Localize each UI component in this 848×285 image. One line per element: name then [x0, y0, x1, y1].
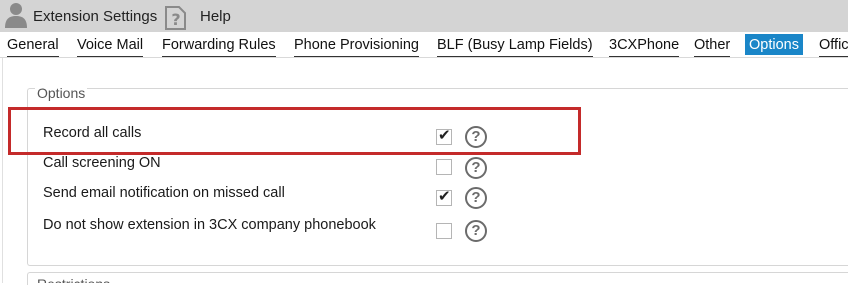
top-toolbar: Extension Settings ? Help: [0, 0, 848, 32]
extension-settings-button[interactable]: Extension Settings: [33, 0, 157, 32]
help-label: Help: [200, 7, 231, 25]
hide-from-phonebook-help-icon[interactable]: ?: [465, 220, 487, 242]
tab-voice-mail[interactable]: Voice Mail: [77, 34, 144, 57]
tab-office[interactable]: Offic: [819, 34, 848, 57]
content-left-border: [2, 58, 3, 283]
restrictions-panel-title: Restrictions: [35, 276, 113, 283]
extension-settings-label: Extension Settings: [33, 7, 158, 25]
tab-options[interactable]: Options: [745, 34, 803, 55]
options-panel-title: Options: [35, 85, 88, 101]
tab-blf[interactable]: BLF (Busy Lamp Fields): [437, 34, 593, 57]
restrictions-panel: [27, 272, 848, 285]
record-all-calls-highlight: [8, 107, 581, 155]
hide-from-phonebook-label: Do not show extension in 3CX company pho…: [43, 217, 376, 233]
person-icon: [5, 3, 27, 28]
call-screening-label: Call screening ON: [43, 155, 161, 171]
tab-3cxphone[interactable]: 3CXPhone: [609, 34, 680, 57]
checkmark-icon: ✔: [438, 188, 451, 205]
call-screening-help-icon[interactable]: ?: [465, 157, 487, 179]
tab-bar: General Voice Mail Forwarding Rules Phon…: [0, 32, 848, 58]
missed-call-email-help-icon[interactable]: ?: [465, 187, 487, 209]
missed-call-email-label: Send email notification on missed call: [43, 185, 285, 201]
tab-general[interactable]: General: [7, 34, 59, 57]
tab-other[interactable]: Other: [694, 34, 731, 57]
svg-text:?: ?: [171, 10, 180, 29]
call-screening-checkbox[interactable]: [436, 159, 452, 175]
help-button[interactable]: Help: [200, 0, 231, 32]
tab-phone-provisioning[interactable]: Phone Provisioning: [294, 34, 419, 57]
tab-forwarding-rules[interactable]: Forwarding Rules: [162, 34, 276, 57]
help-question-icon[interactable]: ?: [163, 3, 189, 31]
missed-call-email-checkbox[interactable]: ✔: [436, 188, 452, 206]
options-content: Options Record all calls ✔ ? Call screen…: [0, 58, 848, 285]
hide-from-phonebook-checkbox[interactable]: [436, 223, 452, 239]
